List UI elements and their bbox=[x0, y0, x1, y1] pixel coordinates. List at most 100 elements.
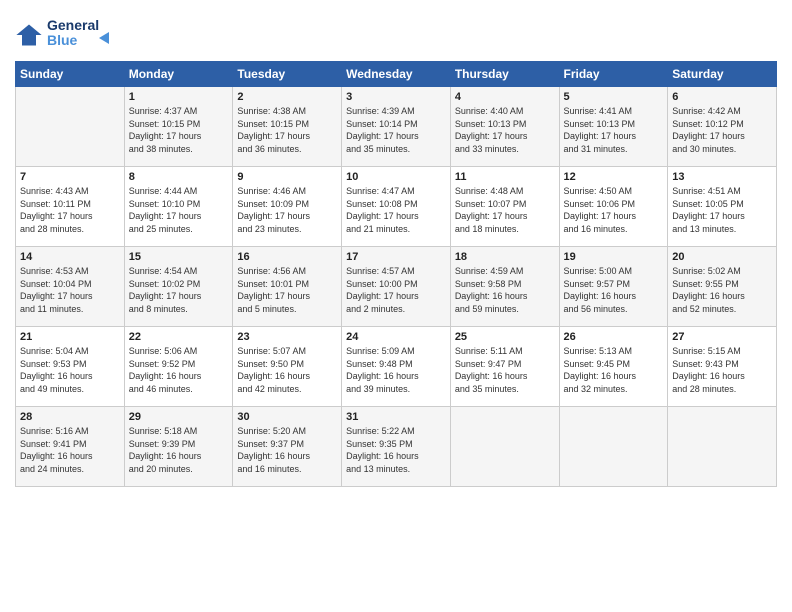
calendar-cell: 16Sunrise: 4:56 AM Sunset: 10:01 PM Dayl… bbox=[233, 247, 342, 327]
day-number: 17 bbox=[346, 251, 446, 263]
cell-info: Sunrise: 4:40 AM Sunset: 10:13 PM Daylig… bbox=[455, 105, 555, 155]
cell-info: Sunrise: 5:04 AM Sunset: 9:53 PM Dayligh… bbox=[20, 345, 120, 395]
cell-info: Sunrise: 4:44 AM Sunset: 10:10 PM Daylig… bbox=[129, 185, 229, 235]
calendar-cell: 11 Sunrise: 4:48 AM Sunset: 10:07 PM Dayl… bbox=[450, 167, 559, 247]
cell-info: Sunrise: 4:39 AM Sunset: 10:14 PM Daylig… bbox=[346, 105, 446, 155]
cell-info: Sunrise: 5:22 AM Sunset: 9:35 PM Dayligh… bbox=[346, 425, 446, 475]
calendar-cell: 26Sunrise: 5:13 AM Sunset: 9:45 PM Dayli… bbox=[559, 327, 668, 407]
day-number: 11 bbox=[455, 171, 555, 183]
calendar-cell: 31 Sunrise: 5:22 AM Sunset: 9:35 PM Dayli… bbox=[342, 407, 451, 487]
day-number: 27 bbox=[672, 331, 772, 343]
calendar-cell: 30Sunrise: 5:20 AM Sunset: 9:37 PM Dayli… bbox=[233, 407, 342, 487]
cell-info: Sunrise: 4:42 AM Sunset: 10:12 PM Daylig… bbox=[672, 105, 772, 155]
svg-text:General: General bbox=[47, 17, 99, 33]
cell-info: Sunrise: 5:09 AM Sunset: 9:48 PM Dayligh… bbox=[346, 345, 446, 395]
cell-info: Sunrise: 4:38 AM Sunset: 10:15 PM Daylig… bbox=[237, 105, 337, 155]
calendar-cell: 23 Sunrise: 5:07 AM Sunset: 9:50 PM Dayli… bbox=[233, 327, 342, 407]
day-number: 22 bbox=[129, 331, 229, 343]
calendar-cell: 3 Sunrise: 4:39 AM Sunset: 10:14 PM Dayli… bbox=[342, 87, 451, 167]
week-row-2: 7Sunrise: 4:43 AM Sunset: 10:11 PM Dayli… bbox=[16, 167, 777, 247]
calendar-cell: 7Sunrise: 4:43 AM Sunset: 10:11 PM Dayli… bbox=[16, 167, 125, 247]
svg-text:Blue: Blue bbox=[47, 32, 78, 48]
day-number: 8 bbox=[129, 171, 229, 183]
calendar-cell: 21 Sunrise: 5:04 AM Sunset: 9:53 PM Dayli… bbox=[16, 327, 125, 407]
day-number: 21 bbox=[20, 331, 120, 343]
day-number: 7 bbox=[20, 171, 120, 183]
day-number: 1 bbox=[129, 91, 229, 103]
logo: General Blue bbox=[15, 14, 117, 55]
day-number: 14 bbox=[20, 251, 120, 263]
cell-info: Sunrise: 5:06 AM Sunset: 9:52 PM Dayligh… bbox=[129, 345, 229, 395]
day-number: 20 bbox=[672, 251, 772, 263]
day-number: 18 bbox=[455, 251, 555, 263]
day-number: 31 bbox=[346, 411, 446, 423]
calendar-cell: 20 Sunrise: 5:02 AM Sunset: 9:55 PM Dayli… bbox=[668, 247, 777, 327]
calendar-cell: 1 Sunrise: 4:37 AM Sunset: 10:15 PM Dayli… bbox=[124, 87, 233, 167]
day-number: 13 bbox=[672, 171, 772, 183]
cell-info: Sunrise: 4:53 AM Sunset: 10:04 PM Daylig… bbox=[20, 265, 120, 315]
cell-info: Sunrise: 5:11 AM Sunset: 9:47 PM Dayligh… bbox=[455, 345, 555, 395]
calendar-cell: 12 Sunrise: 4:50 AM Sunset: 10:06 PM Dayl… bbox=[559, 167, 668, 247]
col-header-tuesday: Tuesday bbox=[233, 62, 342, 87]
col-header-sunday: Sunday bbox=[16, 62, 125, 87]
logo-text: General Blue bbox=[47, 14, 117, 55]
calendar-cell bbox=[668, 407, 777, 487]
calendar-cell: 24 Sunrise: 5:09 AM Sunset: 9:48 PM Dayli… bbox=[342, 327, 451, 407]
cell-info: Sunrise: 4:48 AM Sunset: 10:07 PM Daylig… bbox=[455, 185, 555, 235]
day-number: 29 bbox=[129, 411, 229, 423]
calendar-cell: 15 Sunrise: 4:54 AM Sunset: 10:02 PM Dayl… bbox=[124, 247, 233, 327]
calendar-cell: 5Sunrise: 4:41 AM Sunset: 10:13 PM Dayli… bbox=[559, 87, 668, 167]
cell-info: Sunrise: 4:56 AM Sunset: 10:01 PM Daylig… bbox=[237, 265, 337, 315]
calendar-cell: 17 Sunrise: 4:57 AM Sunset: 10:00 PM Dayl… bbox=[342, 247, 451, 327]
day-number: 2 bbox=[237, 91, 337, 103]
day-number: 3 bbox=[346, 91, 446, 103]
cell-info: Sunrise: 5:02 AM Sunset: 9:55 PM Dayligh… bbox=[672, 265, 772, 315]
cell-info: Sunrise: 5:13 AM Sunset: 9:45 PM Dayligh… bbox=[564, 345, 664, 395]
day-number: 12 bbox=[564, 171, 664, 183]
day-number: 25 bbox=[455, 331, 555, 343]
calendar-cell: 18Sunrise: 4:59 AM Sunset: 9:58 PM Dayli… bbox=[450, 247, 559, 327]
cell-info: Sunrise: 4:37 AM Sunset: 10:15 PM Daylig… bbox=[129, 105, 229, 155]
page-container: General Blue SundayMondayTuesdayWednesda… bbox=[0, 0, 792, 497]
cell-info: Sunrise: 5:07 AM Sunset: 9:50 PM Dayligh… bbox=[237, 345, 337, 395]
cell-info: Sunrise: 5:15 AM Sunset: 9:43 PM Dayligh… bbox=[672, 345, 772, 395]
day-number: 4 bbox=[455, 91, 555, 103]
col-header-wednesday: Wednesday bbox=[342, 62, 451, 87]
day-number: 15 bbox=[129, 251, 229, 263]
week-row-1: 1 Sunrise: 4:37 AM Sunset: 10:15 PM Dayli… bbox=[16, 87, 777, 167]
day-number: 5 bbox=[564, 91, 664, 103]
calendar-cell: 19 Sunrise: 5:00 AM Sunset: 9:57 PM Dayli… bbox=[559, 247, 668, 327]
cell-info: Sunrise: 5:00 AM Sunset: 9:57 PM Dayligh… bbox=[564, 265, 664, 315]
header: General Blue bbox=[15, 10, 777, 55]
cell-info: Sunrise: 4:54 AM Sunset: 10:02 PM Daylig… bbox=[129, 265, 229, 315]
day-number: 23 bbox=[237, 331, 337, 343]
cell-info: Sunrise: 4:57 AM Sunset: 10:00 PM Daylig… bbox=[346, 265, 446, 315]
calendar-cell bbox=[16, 87, 125, 167]
calendar-cell bbox=[559, 407, 668, 487]
calendar-cell: 10 Sunrise: 4:47 AM Sunset: 10:08 PM Dayl… bbox=[342, 167, 451, 247]
calendar-cell bbox=[450, 407, 559, 487]
cell-info: Sunrise: 5:18 AM Sunset: 9:39 PM Dayligh… bbox=[129, 425, 229, 475]
cell-info: Sunrise: 4:47 AM Sunset: 10:08 PM Daylig… bbox=[346, 185, 446, 235]
day-number: 10 bbox=[346, 171, 446, 183]
calendar-cell: 25 Sunrise: 5:11 AM Sunset: 9:47 PM Dayli… bbox=[450, 327, 559, 407]
col-header-monday: Monday bbox=[124, 62, 233, 87]
calendar-header-row: SundayMondayTuesdayWednesdayThursdayFrid… bbox=[16, 62, 777, 87]
calendar-cell: 29 Sunrise: 5:18 AM Sunset: 9:39 PM Dayli… bbox=[124, 407, 233, 487]
week-row-5: 28Sunrise: 5:16 AM Sunset: 9:41 PM Dayli… bbox=[16, 407, 777, 487]
day-number: 28 bbox=[20, 411, 120, 423]
cell-info: Sunrise: 4:50 AM Sunset: 10:06 PM Daylig… bbox=[564, 185, 664, 235]
calendar-cell: 9Sunrise: 4:46 AM Sunset: 10:09 PM Dayli… bbox=[233, 167, 342, 247]
col-header-friday: Friday bbox=[559, 62, 668, 87]
col-header-thursday: Thursday bbox=[450, 62, 559, 87]
cell-info: Sunrise: 4:51 AM Sunset: 10:05 PM Daylig… bbox=[672, 185, 772, 235]
week-row-3: 14 Sunrise: 4:53 AM Sunset: 10:04 PM Dayl… bbox=[16, 247, 777, 327]
logo-icon bbox=[15, 21, 43, 49]
calendar-cell: 8 Sunrise: 4:44 AM Sunset: 10:10 PM Dayli… bbox=[124, 167, 233, 247]
cell-info: Sunrise: 5:20 AM Sunset: 9:37 PM Dayligh… bbox=[237, 425, 337, 475]
calendar-table: SundayMondayTuesdayWednesdayThursdayFrid… bbox=[15, 61, 777, 487]
day-number: 19 bbox=[564, 251, 664, 263]
calendar-cell: 6Sunrise: 4:42 AM Sunset: 10:12 PM Dayli… bbox=[668, 87, 777, 167]
cell-info: Sunrise: 4:46 AM Sunset: 10:09 PM Daylig… bbox=[237, 185, 337, 235]
day-number: 24 bbox=[346, 331, 446, 343]
